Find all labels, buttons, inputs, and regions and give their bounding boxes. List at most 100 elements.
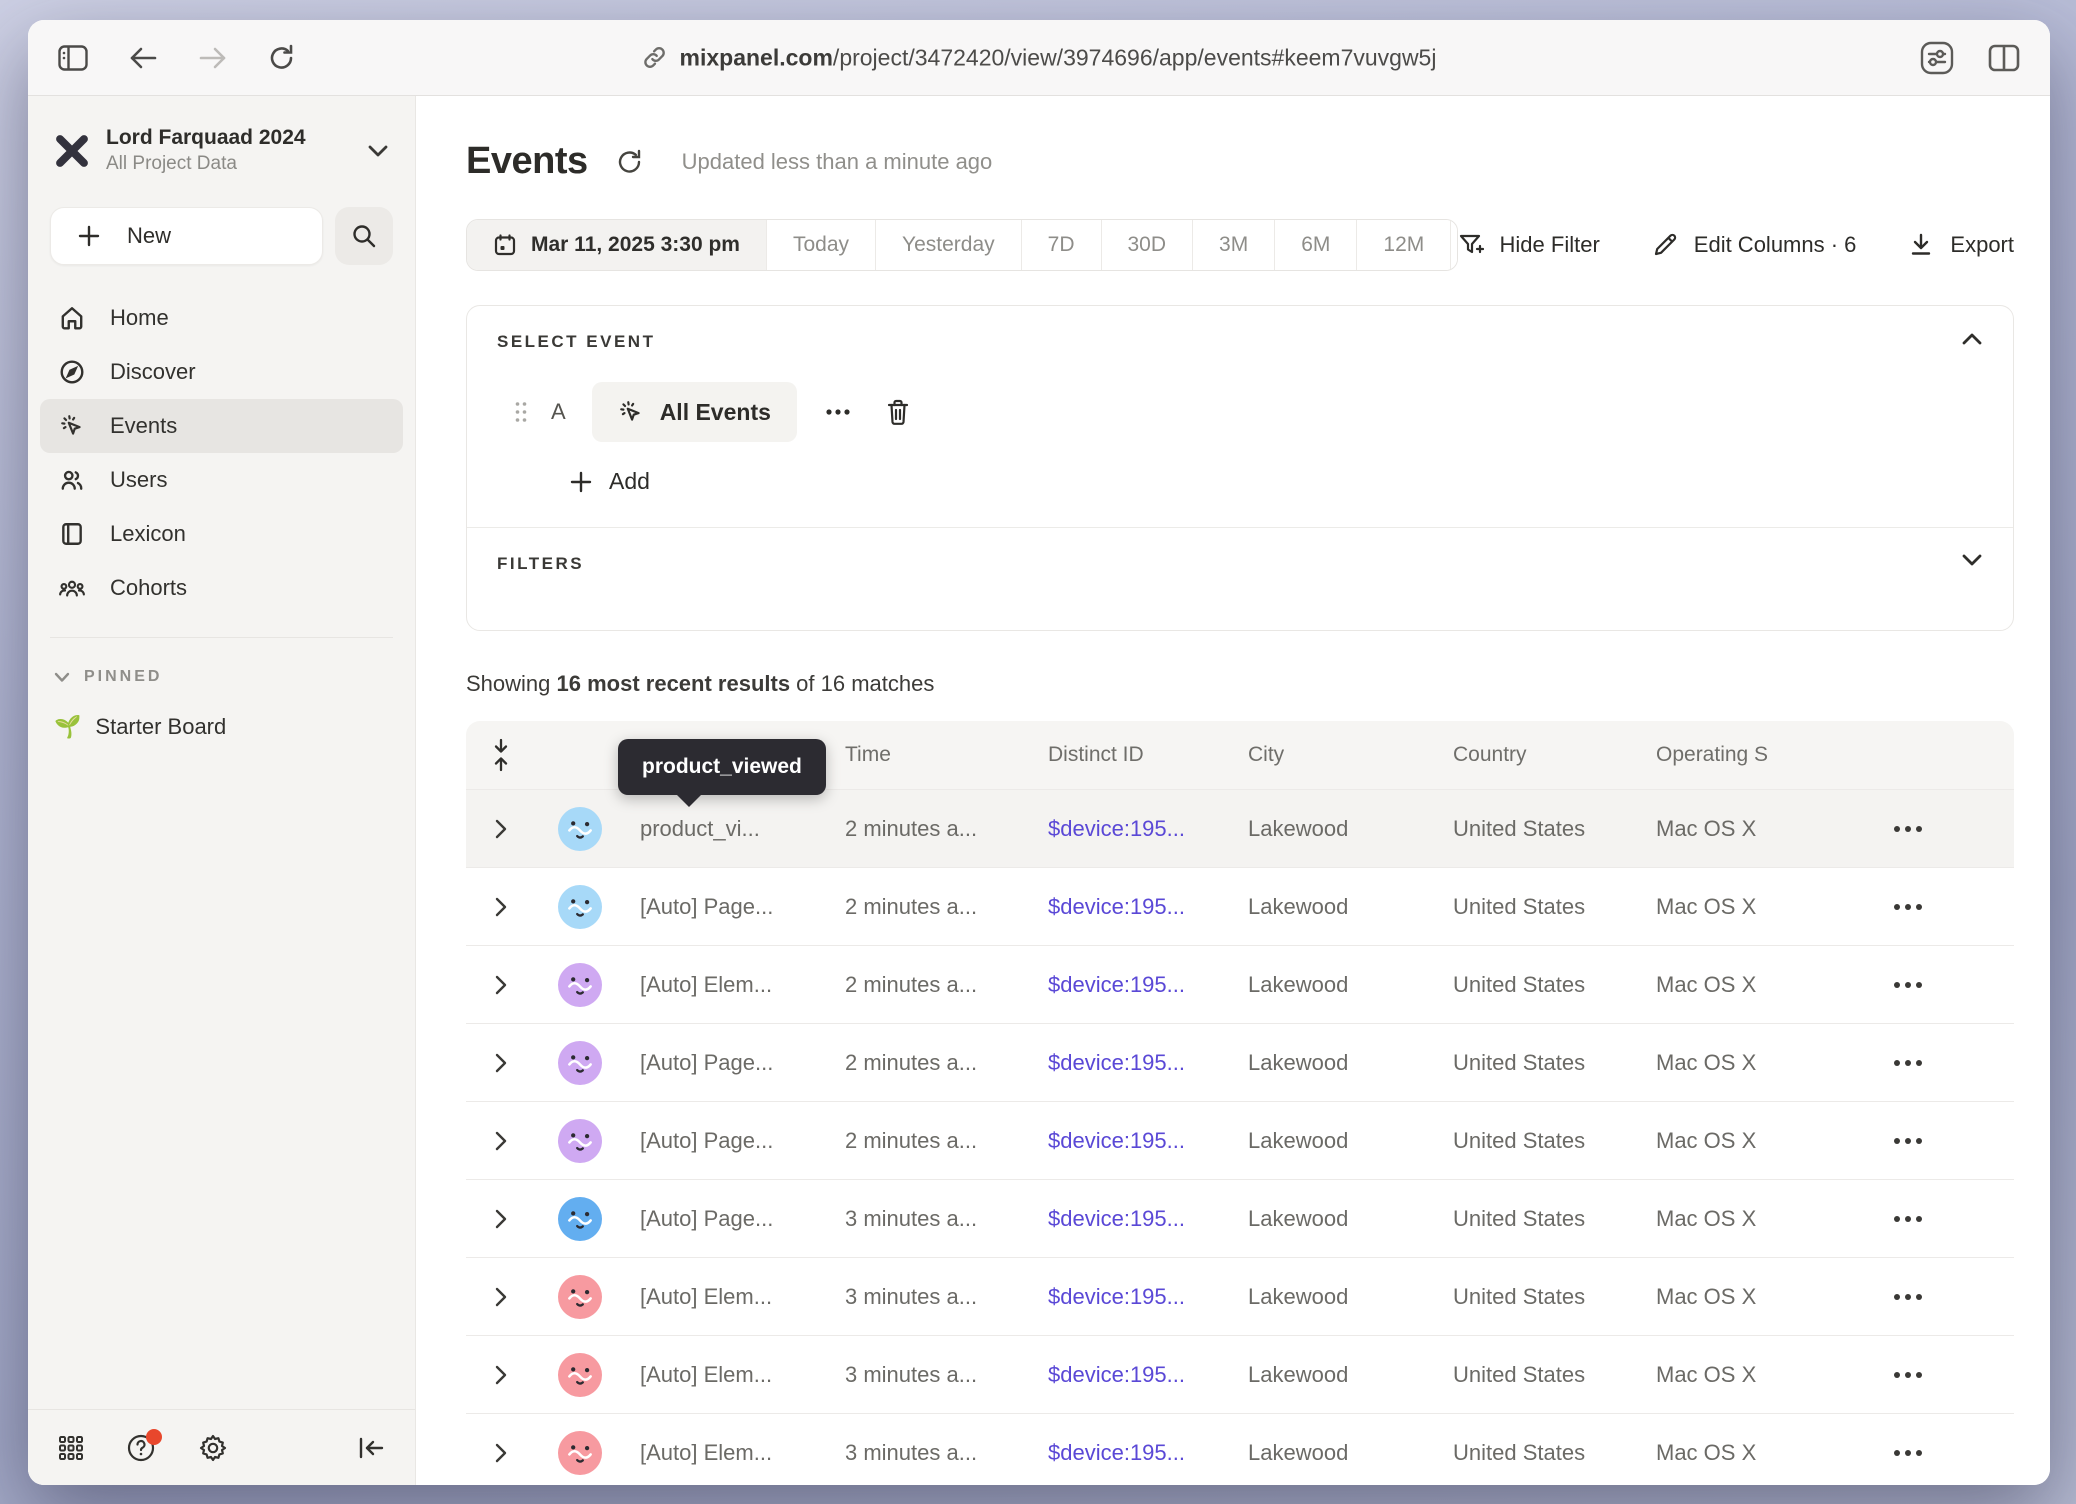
split-view-icon[interactable] [1988,44,2020,72]
sidebar-item-home[interactable]: Home [40,291,403,345]
row-actions-button[interactable] [1886,1442,1930,1464]
pinned-header-label: PINNED [84,668,162,686]
table-row[interactable]: [Auto] Page... 2 minutes a... $device:19… [466,867,2014,945]
table-row[interactable]: [Auto] Page... 2 minutes a... $device:19… [466,1023,2014,1101]
expand-row-icon[interactable] [466,819,536,839]
event-name-cell[interactable]: [Auto] Page... [616,1206,845,1232]
export-button[interactable]: Export [1908,232,2014,258]
hide-filter-button[interactable]: Hide Filter [1458,232,1600,258]
distinct-id-link[interactable]: $device:195... [1048,816,1248,842]
range-7d[interactable]: 7D [1022,220,1102,270]
drag-handle-icon[interactable] [513,399,529,425]
search-button[interactable] [335,207,393,265]
distinct-id-link[interactable]: $device:195... [1048,972,1248,998]
expand-row-icon[interactable] [466,1365,536,1385]
expand-collapse-all-icon[interactable] [466,738,536,772]
expand-row-icon[interactable] [466,897,536,917]
expand-row-icon[interactable] [466,1287,536,1307]
help-icon[interactable] [126,1433,156,1463]
back-icon[interactable] [128,46,158,70]
distinct-id-link[interactable]: $device:195... [1048,1362,1248,1388]
range-yesterday[interactable]: Yesterday [876,220,1022,270]
table-row[interactable]: [Auto] Elem... 3 minutes a... $device:19… [466,1335,2014,1413]
distinct-id-link[interactable]: $device:195... [1048,1284,1248,1310]
sidebar-item-starter-board[interactable]: 🌱 Starter Board [28,690,415,764]
distinct-id-link[interactable]: $device:195... [1048,1440,1248,1466]
row-actions-button[interactable] [1886,974,1930,996]
column-header-os[interactable]: Operating S [1656,743,1880,767]
filters-section: FILTERS [467,527,2013,630]
range-today[interactable]: Today [767,220,876,270]
select-event-title: SELECT EVENT [497,332,1983,352]
refresh-icon[interactable] [610,142,650,182]
column-header-country[interactable]: Country [1453,743,1656,767]
new-button[interactable]: New [50,207,323,265]
sidebar-item-events[interactable]: Events [40,399,403,453]
column-header-distinct-id[interactable]: Distinct ID [1048,743,1248,767]
column-header-city[interactable]: City [1248,743,1453,767]
os-cell: Mac OS X [1656,816,1880,842]
expand-row-icon[interactable] [466,1443,536,1463]
forward-icon[interactable] [198,46,228,70]
collapse-sidebar-icon[interactable] [357,1436,385,1460]
project-switcher[interactable]: Lord Farquaad 2024 All Project Data [28,96,415,181]
table-row[interactable]: [Auto] Elem... 3 minutes a... $device:19… [466,1257,2014,1335]
table-row[interactable]: [Auto] Page... 3 minutes a... $device:19… [466,1179,2014,1257]
settings-gear-icon[interactable] [198,1433,228,1463]
expand-row-icon[interactable] [466,975,536,995]
apps-grid-icon[interactable] [58,1435,84,1461]
distinct-id-link[interactable]: $device:195... [1048,1128,1248,1154]
event-row-letter: A [551,399,566,425]
reload-icon[interactable] [268,44,296,72]
distinct-id-link[interactable]: $device:195... [1048,1206,1248,1232]
range-3m[interactable]: 3M [1193,220,1275,270]
address-bar[interactable]: mixpanel.com/project/3472420/view/397469… [642,44,1437,71]
delete-event-icon[interactable] [879,392,917,432]
row-actions-button[interactable] [1886,1364,1930,1386]
distinct-id-link[interactable]: $device:195... [1048,1050,1248,1076]
column-header-time[interactable]: Time [845,743,1048,767]
pinned-section-toggle[interactable]: PINNED [28,638,415,690]
table-row[interactable]: [Auto] Page... 2 minutes a... $device:19… [466,1101,2014,1179]
expand-row-icon[interactable] [466,1209,536,1229]
page-settings-icon[interactable] [1920,41,1954,75]
expand-section-icon[interactable] [1961,554,1983,567]
table-row[interactable]: [Auto] Elem... 3 minutes a... $device:19… [466,1413,2014,1485]
event-name-cell[interactable]: [Auto] Elem... [616,1362,845,1388]
row-actions-button[interactable] [1886,1130,1930,1152]
event-avatar [558,1119,602,1163]
row-actions-button[interactable] [1886,1052,1930,1074]
sidebar-item-discover[interactable]: Discover [40,345,403,399]
event-name-cell[interactable]: [Auto] Elem... [616,1440,845,1466]
book-icon [58,521,86,547]
sidebar-item-cohorts[interactable]: Cohorts [40,561,403,615]
country-cell: United States [1453,1284,1656,1310]
browser-sidebar-toggle-icon[interactable] [58,45,88,71]
add-event-button[interactable]: Add [569,468,650,495]
event-name-cell[interactable]: [Auto] Elem... [616,1284,845,1310]
range-6m[interactable]: 6M [1275,220,1357,270]
range-30d[interactable]: 30D [1102,220,1194,270]
event-name-cell[interactable]: product_vi... [616,816,845,842]
event-name-cell[interactable]: [Auto] Page... [616,894,845,920]
edit-columns-button[interactable]: Edit Columns · 6 [1652,232,1857,258]
date-picker-button[interactable]: Mar 11, 2025 3:30 pm [467,220,767,270]
range-12m[interactable]: 12M [1357,220,1451,270]
event-name-cell[interactable]: [Auto] Page... [616,1128,845,1154]
event-name-cell[interactable]: [Auto] Elem... [616,972,845,998]
sidebar-item-lexicon[interactable]: Lexicon [40,507,403,561]
row-actions-button[interactable] [1886,1208,1930,1230]
url-path: /project/3472420/view/3974696/app/events… [833,44,1437,70]
distinct-id-link[interactable]: $device:195... [1048,894,1248,920]
row-actions-button[interactable] [1886,1286,1930,1308]
sidebar-item-users[interactable]: Users [40,453,403,507]
table-row[interactable]: [Auto] Elem... 2 minutes a... $device:19… [466,945,2014,1023]
expand-row-icon[interactable] [466,1131,536,1151]
expand-row-icon[interactable] [466,1053,536,1073]
event-selector[interactable]: All Events [592,382,797,442]
event-more-options-icon[interactable] [819,402,857,422]
row-actions-button[interactable] [1886,896,1930,918]
row-actions-button[interactable] [1886,818,1930,840]
event-name-cell[interactable]: [Auto] Page... [616,1050,845,1076]
collapse-section-icon[interactable] [1961,332,1983,345]
